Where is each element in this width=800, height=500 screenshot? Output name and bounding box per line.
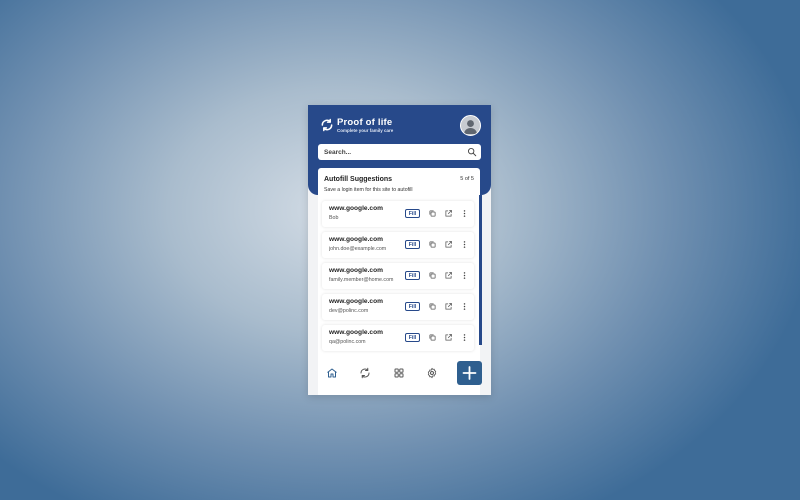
open-external-icon[interactable] bbox=[444, 333, 453, 342]
item-host: www.google.com bbox=[329, 329, 383, 336]
search-input[interactable] bbox=[324, 144, 464, 160]
open-external-icon[interactable] bbox=[444, 209, 453, 218]
item-host: www.google.com bbox=[329, 298, 383, 305]
item-host: www.google.com bbox=[329, 205, 383, 212]
copy-icon[interactable] bbox=[428, 271, 437, 280]
more-options-icon[interactable] bbox=[460, 240, 469, 249]
copy-icon[interactable] bbox=[428, 333, 437, 342]
open-external-icon[interactable] bbox=[444, 240, 453, 249]
list-item[interactable]: www.google.com Bob Fill bbox=[322, 201, 474, 227]
fill-button[interactable]: Fill bbox=[405, 209, 420, 218]
copy-icon[interactable] bbox=[428, 240, 437, 249]
autofill-count: 5 of 5 bbox=[460, 176, 474, 182]
autofill-subtitle: Save a login item for this site to autof… bbox=[324, 187, 413, 193]
scrollbar-thumb[interactable] bbox=[479, 195, 482, 345]
add-button[interactable] bbox=[457, 361, 482, 385]
copy-icon[interactable] bbox=[428, 302, 437, 311]
plus-icon bbox=[462, 366, 477, 380]
item-host: www.google.com bbox=[329, 267, 383, 274]
list-item[interactable]: www.google.com dev@polinc.com Fill bbox=[322, 294, 474, 320]
list-item[interactable]: www.google.com family.member@home.com Fi… bbox=[322, 263, 474, 289]
copy-icon[interactable] bbox=[428, 209, 437, 218]
item-username: Bob bbox=[329, 215, 339, 221]
item-username: family.member@home.com bbox=[329, 277, 394, 283]
list-item[interactable]: www.google.com qa@polinc.com Fill bbox=[322, 325, 474, 351]
bottom-nav bbox=[318, 361, 446, 385]
open-external-icon[interactable] bbox=[444, 302, 453, 311]
autofill-title: Autofill Suggestions bbox=[324, 176, 393, 183]
sync-arrows-icon bbox=[321, 118, 333, 132]
open-external-icon[interactable] bbox=[444, 271, 453, 280]
extension-popup: Proof of life Complete your family care … bbox=[308, 105, 491, 395]
more-options-icon[interactable] bbox=[460, 302, 469, 311]
app-subtitle: Complete your family care bbox=[337, 128, 394, 133]
item-host: www.google.com bbox=[329, 236, 383, 243]
fill-button[interactable]: Fill bbox=[405, 240, 420, 249]
more-options-icon[interactable] bbox=[460, 209, 469, 218]
item-username: john.doe@example.com bbox=[329, 246, 387, 252]
more-options-icon[interactable] bbox=[460, 271, 469, 280]
search-icon[interactable] bbox=[467, 147, 477, 157]
item-username: dev@polinc.com bbox=[329, 308, 369, 314]
item-username: qa@polinc.com bbox=[329, 339, 366, 345]
user-avatar-icon[interactable] bbox=[460, 115, 481, 136]
grid-icon[interactable] bbox=[393, 367, 405, 379]
sync-icon[interactable] bbox=[359, 367, 371, 379]
fill-button[interactable]: Fill bbox=[405, 333, 420, 342]
settings-icon[interactable] bbox=[426, 367, 438, 379]
app-title: Proof of life bbox=[337, 117, 393, 128]
home-icon[interactable] bbox=[326, 367, 338, 379]
search-box bbox=[318, 144, 481, 160]
more-options-icon[interactable] bbox=[460, 333, 469, 342]
fill-button[interactable]: Fill bbox=[405, 271, 420, 280]
fill-button[interactable]: Fill bbox=[405, 302, 420, 311]
list-item[interactable]: www.google.com john.doe@example.com Fill bbox=[322, 232, 474, 258]
